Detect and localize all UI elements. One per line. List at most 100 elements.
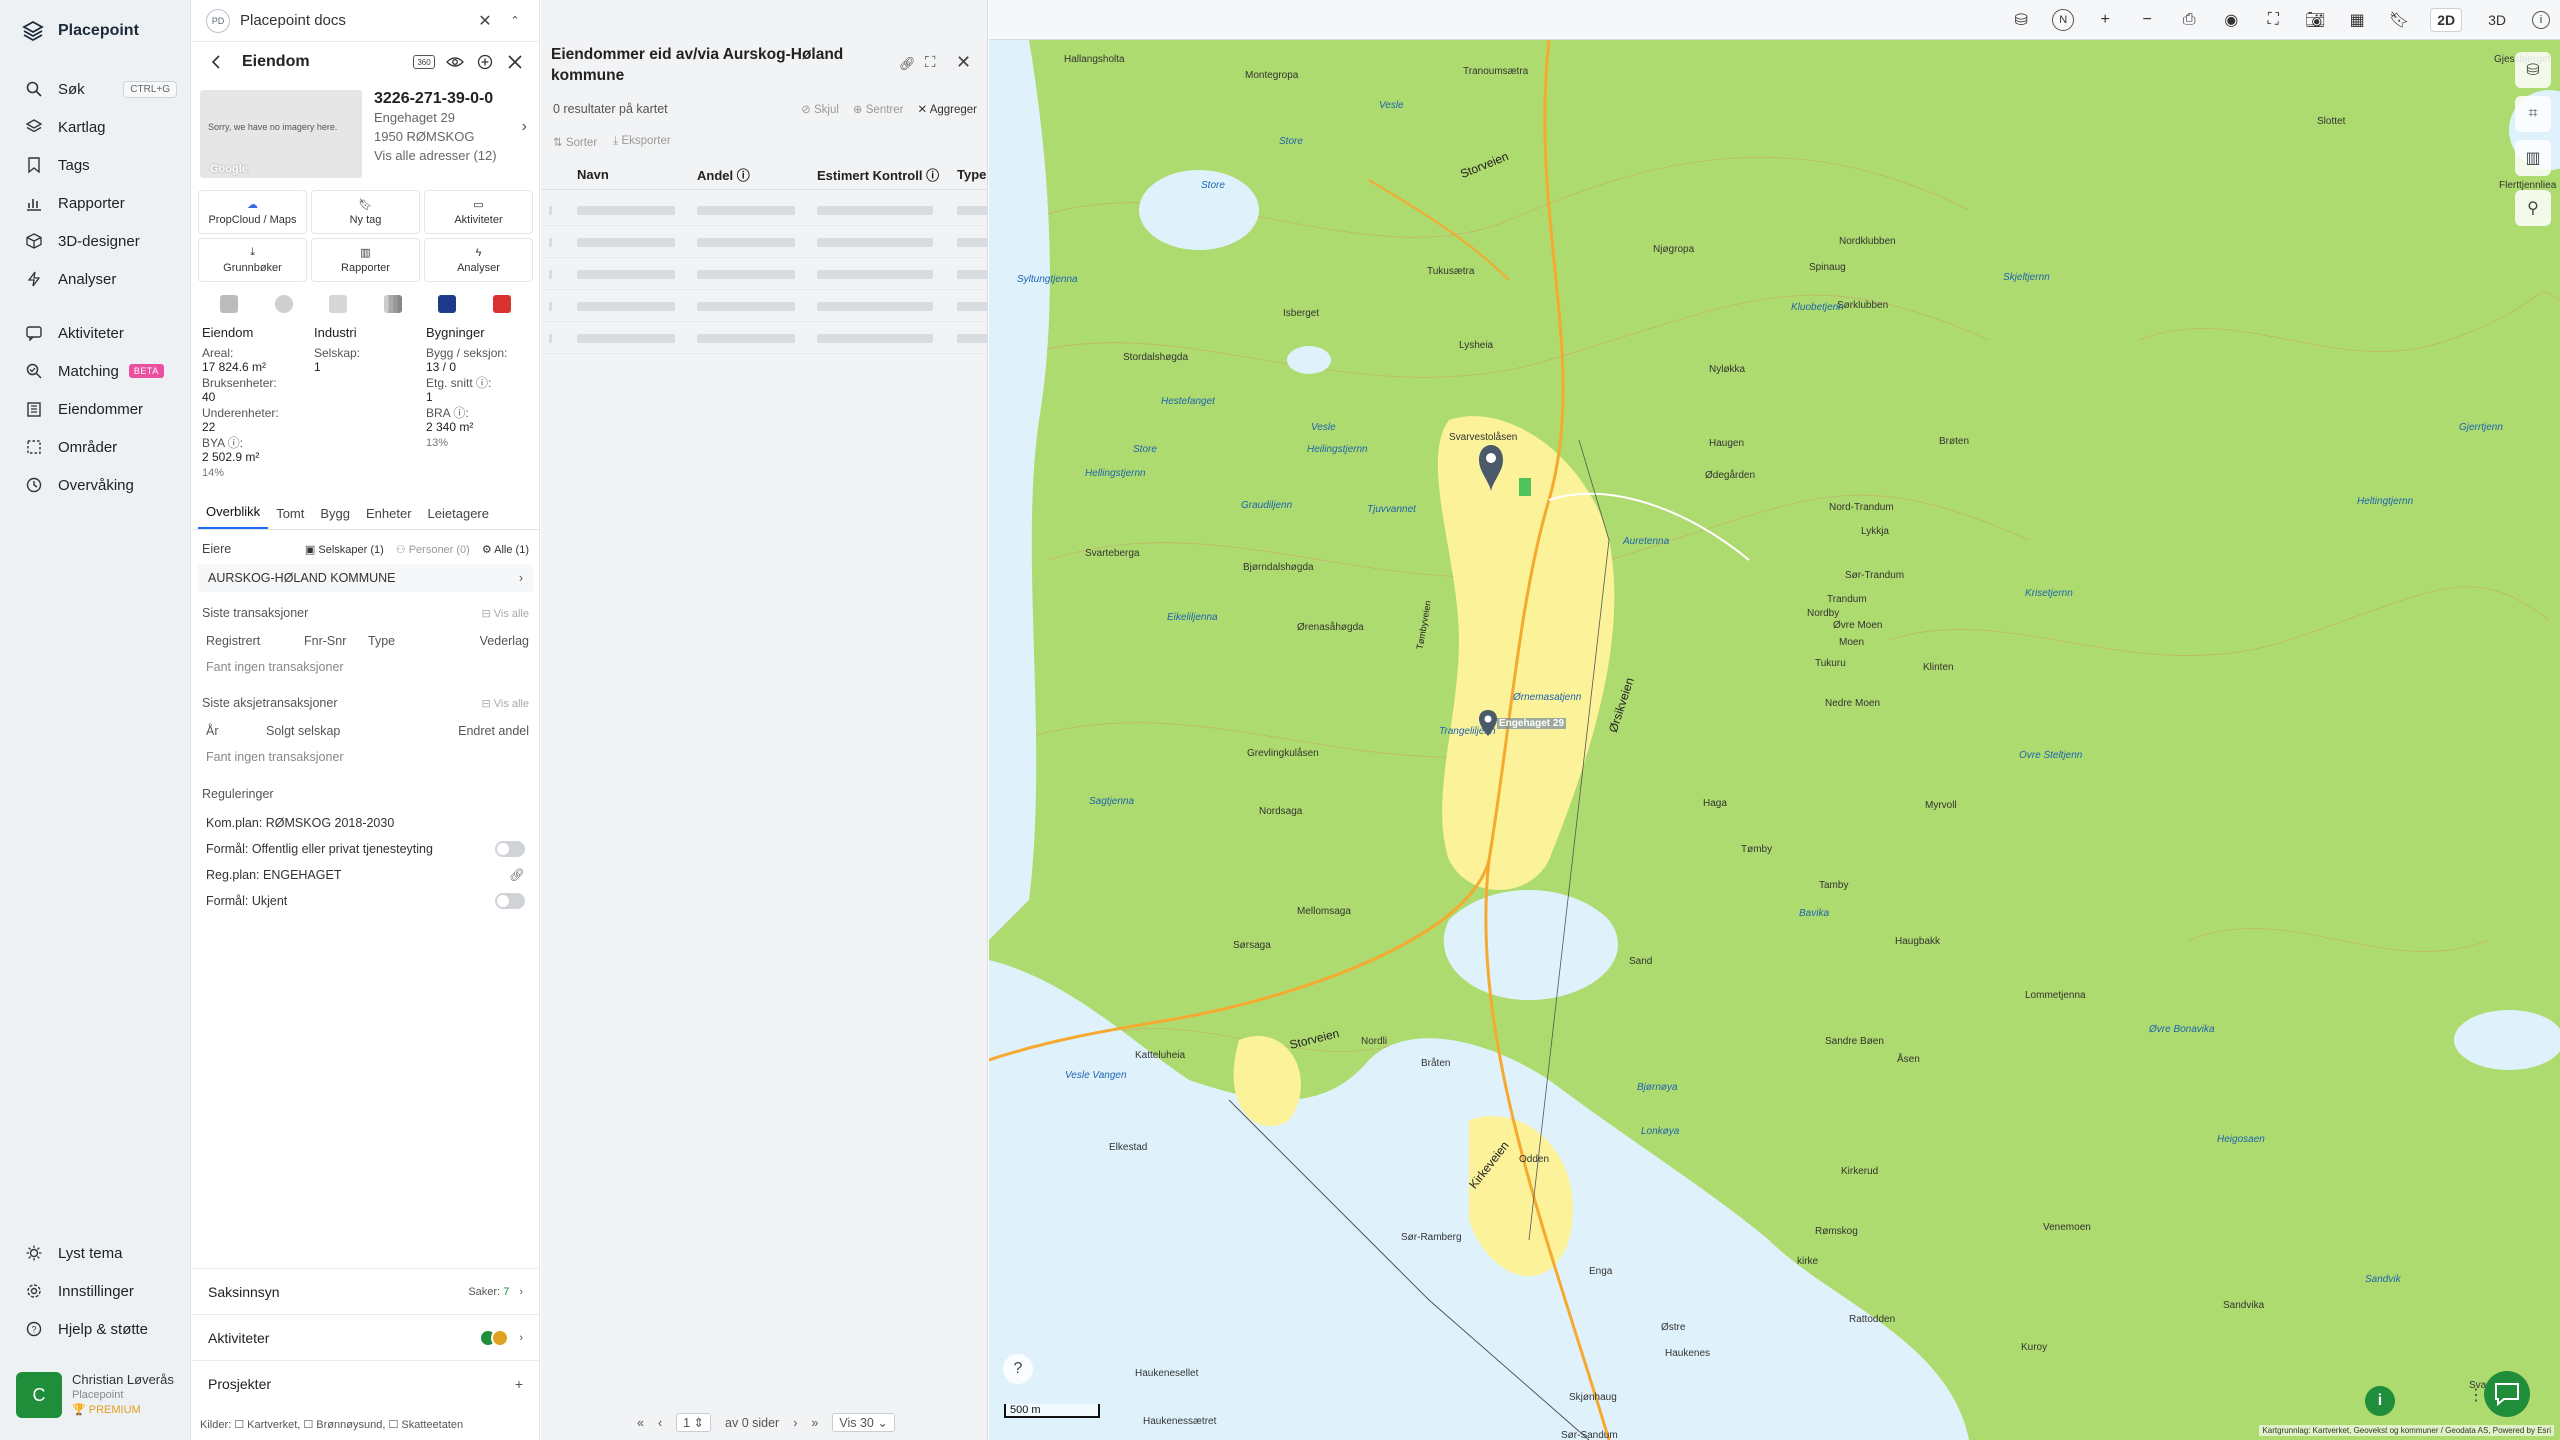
fullscreen-icon[interactable]: ⛶ [2262,9,2284,31]
hide-button[interactable]: ⊘ Skjul [801,102,839,116]
sort-button[interactable]: ⇅ Sorter [553,135,597,149]
aggregate-button[interactable]: ✕ Aggreger [917,102,977,116]
mode-3d-button[interactable]: 3D [2482,9,2512,31]
all-addresses-link[interactable]: Vis alle adresser (12) [374,146,531,165]
stat-value: 1 [426,390,433,404]
camera-icon[interactable]: 📷︎ [2304,9,2326,31]
mode-2d-button[interactable]: 2D [2430,7,2463,32]
sidebar-item-eiendommer[interactable]: Eiendommer [0,390,191,428]
sidebar-item-sok[interactable]: Søk CTRL+G [0,70,191,108]
sidebar-item-omrader[interactable]: Områder [0,428,191,466]
link-icon[interactable]: 🔗︎ [509,868,525,883]
last-page-icon[interactable]: » [811,1416,818,1430]
sidebar-item-lyst-tema[interactable]: Lyst tema [0,1234,191,1272]
chat-button[interactable] [2484,1371,2530,1417]
next-page-icon[interactable]: › [793,1416,797,1430]
land-registry-button[interactable]: ⤓ Grunnbøker [198,238,307,282]
per-page-select[interactable]: Vis 30 ⌄ [832,1413,895,1432]
map-layer-toggle-icon[interactable]: ⛁ [2515,52,2551,88]
sidebar-item-tags[interactable]: Tags [0,146,191,184]
bookmark-icon[interactable]: 🔖︎ [2388,9,2410,31]
zoom-out-icon[interactable]: − [2136,9,2158,31]
accordion-prosjekter[interactable]: Prosjekter + [192,1360,539,1406]
chevron-up-down-icon[interactable]: ⌃ [505,11,525,31]
tab-bygg[interactable]: Bygg [312,506,358,529]
analyses-button[interactable]: ϟ Analyser [424,238,533,282]
map-place-label: Sør-Sandum [1561,1430,1618,1440]
expand-icon[interactable]: ⛶ [925,54,936,71]
regulation-toggle[interactable] [495,841,525,857]
info-icon[interactable]: i [2532,10,2550,29]
export-button[interactable]: ⤓ Eksporter [613,135,671,149]
brand[interactable]: Placepoint [22,20,139,42]
doc-title[interactable]: Placepoint docs [240,12,465,29]
eye-icon[interactable]: ◉ [2220,9,2242,31]
reports-button[interactable]: ▥ Rapporter [311,238,420,282]
accordion-aktiviteter[interactable]: Aktiviteter › [192,1314,539,1360]
source-logo-4-icon[interactable] [383,295,402,313]
add-project-button[interactable]: + [515,1376,523,1392]
add-circle-icon[interactable] [475,52,495,72]
sidebar-item-rapporter[interactable]: Rapporter [0,184,191,222]
first-page-icon[interactable]: « [637,1416,644,1430]
sidebar-item-kartlag[interactable]: Kartlag [0,108,191,146]
map-canvas[interactable]: Hallangsholta Montegropa Tranoumsætra Gj… [989,40,2560,1440]
close-icon[interactable] [505,52,525,72]
prev-page-icon[interactable]: ‹ [658,1416,662,1430]
sidebar-item-3d-designer[interactable]: 3D-designer [0,222,191,260]
owner-row[interactable]: AURSKOG-HØLAND KOMMUNE › [198,564,533,592]
tab-leietagere[interactable]: Leietagere [420,506,497,529]
map-person-icon[interactable]: ⚲ [2515,190,2551,226]
column-header-andel[interactable]: Andel ⓘ [697,165,750,184]
column-header-navn[interactable]: Navn [577,167,609,182]
vis-alle-link[interactable]: ⊟ Vis alle [481,697,529,710]
property-marker[interactable] [1479,710,1497,736]
sidebar-item-matching[interactable]: Matching BETA [0,352,191,390]
center-button[interactable]: ⊕ Sentrer [853,102,904,116]
grid-icon[interactable]: ▦ [2346,9,2368,31]
link-icon[interactable]: 🔗︎ [899,56,916,72]
sidebar-item-analyser[interactable]: Analyser [0,260,191,298]
map-info-button[interactable]: i [2365,1386,2395,1416]
zoom-in-icon[interactable]: + [2094,9,2116,31]
column-header-type[interactable]: Type [957,167,986,182]
property-info[interactable]: 3226-271-39-0-0 Engehaget 29 1950 RØMSKO… [374,90,531,180]
new-tag-button[interactable]: 🔖︎ Ny tag [311,190,420,234]
eye-icon[interactable] [445,52,465,72]
sidebar-item-hjelp[interactable]: ? Hjelp & støtte [0,1310,191,1348]
print-icon[interactable]: ⎙ [2178,9,2200,31]
map-measure-icon[interactable]: ⌗ [2515,96,2551,132]
page-input[interactable]: 1 ⇕ [676,1413,712,1432]
tek-logo-icon[interactable] [438,295,457,313]
regulation-toggle[interactable] [495,893,525,909]
property-thumbnail[interactable]: Sorry, we have no imagery here. Google [200,90,362,178]
tab-overblikk[interactable]: Overblikk [198,504,269,529]
column-header-kontroll[interactable]: Estimert Kontroll ⓘ [817,165,939,184]
map-help-icon[interactable]: ? [1003,1354,1033,1384]
propcloud-button[interactable]: ☁ PropCloud / Maps [198,190,307,234]
sidebar-item-overvaking[interactable]: Overvåking [0,466,191,504]
accordion-saksinnsyn[interactable]: Saksinnsyn Saker: 7 › [192,1268,539,1314]
layers-stack-icon[interactable]: ⛁ [2010,9,2032,31]
360-view-icon[interactable]: 360 [413,55,435,69]
close-icon[interactable]: ✕ [956,52,971,73]
filter-personer[interactable]: ⚇ Personer (0) [396,543,470,556]
sidebar-item-aktiviteter[interactable]: Aktiviteter [0,314,191,352]
north-compass-icon[interactable]: N [2052,8,2075,31]
map-chart-icon[interactable]: ▥ [2515,140,2551,176]
house-logo-icon[interactable] [492,295,511,313]
source-logo-1-icon[interactable] [220,295,239,313]
back-chevron-icon[interactable] [206,52,226,72]
user-card[interactable]: C Christian Løverås Placepoint 🏆 PREMIUM [16,1372,181,1424]
close-icon[interactable]: ✕ [475,11,495,31]
tab-enheter[interactable]: Enheter [358,506,420,529]
tab-tomt[interactable]: Tomt [268,506,312,529]
property-marker-label[interactable]: Engehaget 29 [1497,718,1567,729]
filter-selskaper[interactable]: ▣ Selskaper (1) [305,543,384,556]
source-logo-3-icon[interactable] [329,295,348,313]
source-logo-2-icon[interactable] [274,295,293,313]
vis-alle-link[interactable]: ⊟ Vis alle [481,607,529,620]
filter-alle[interactable]: ⚙ Alle (1) [482,543,529,556]
activities-button[interactable]: ▭ Aktiviteter [424,190,533,234]
sidebar-item-innstillinger[interactable]: Innstillinger [0,1272,191,1310]
